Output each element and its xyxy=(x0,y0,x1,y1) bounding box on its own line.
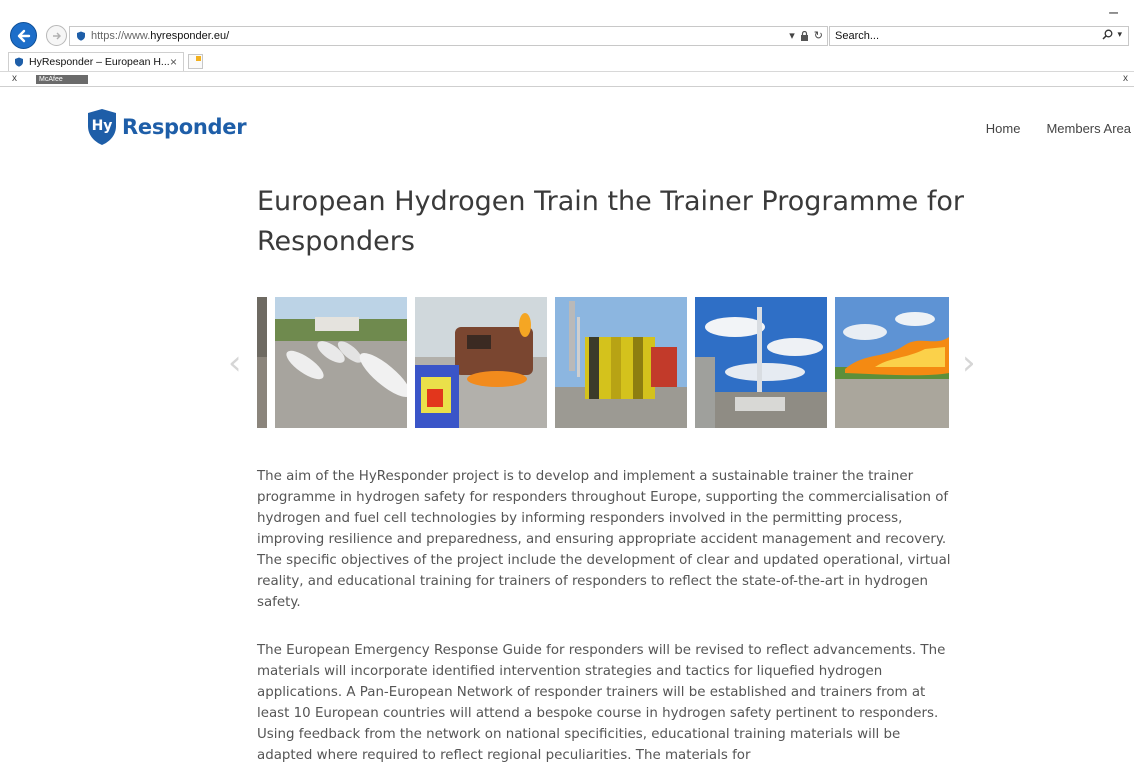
search-box[interactable]: Search... ▾ xyxy=(829,26,1129,46)
slide-image-flame xyxy=(835,297,949,428)
slide-image-partial xyxy=(257,297,267,428)
address-bar-actions: ▾ ↻ xyxy=(789,29,823,42)
carousel-prev-button[interactable]: ‹ xyxy=(228,343,242,383)
addon-toolbar: x McAfee x xyxy=(0,73,1134,87)
slide-image-car-fire xyxy=(415,297,547,428)
search-actions: ▾ xyxy=(1102,29,1122,40)
slide-image-cylinders xyxy=(275,297,407,428)
search-icon[interactable] xyxy=(1102,29,1113,40)
carousel-slide-1[interactable] xyxy=(275,297,407,428)
intro-paragraph-1: The aim of the HyResponder project is to… xyxy=(257,469,951,610)
nav-home-link[interactable]: Home xyxy=(986,121,1021,136)
image-carousel xyxy=(257,297,949,428)
chevron-down-icon[interactable]: ▾ xyxy=(1117,29,1122,40)
toolbar-close-right[interactable]: x xyxy=(1123,73,1128,84)
logo-text: Responder xyxy=(122,115,247,139)
site-favicon-icon xyxy=(15,57,23,67)
tab-hyresponder[interactable]: HyResponder – European H... × xyxy=(8,52,184,71)
carousel-slide-4[interactable] xyxy=(695,297,827,428)
slide-image-tower xyxy=(695,297,827,428)
refresh-icon[interactable]: ↻ xyxy=(814,29,823,42)
address-url: https://www.hyresponder.eu/ xyxy=(91,30,230,42)
logo-shield-icon: Hy xyxy=(88,109,116,145)
site-favicon-icon xyxy=(77,31,85,41)
nav-members-area-link[interactable]: Members Area xyxy=(1046,121,1131,136)
intro-paragraph-2: The European Emergency Response Guide fo… xyxy=(257,643,946,762)
toolbar-close-left[interactable]: x xyxy=(12,73,17,84)
new-tab-button[interactable] xyxy=(188,54,203,69)
carousel-slide-3[interactable] xyxy=(555,297,687,428)
logo-badge-text: Hy xyxy=(92,118,113,134)
dropdown-icon[interactable]: ▾ xyxy=(789,29,795,42)
forward-button[interactable] xyxy=(46,25,67,46)
arrow-left-icon xyxy=(17,29,30,42)
carousel-slide-5[interactable] xyxy=(835,297,949,428)
browser-nav-bar: https://www.hyresponder.eu/ ▾ ↻ Search..… xyxy=(0,22,1134,49)
lock-icon[interactable] xyxy=(800,30,809,41)
carousel-slide-2[interactable] xyxy=(415,297,547,428)
slide-image-firefighters xyxy=(555,297,687,428)
mcafee-button[interactable]: McAfee xyxy=(36,75,88,84)
close-icon[interactable]: × xyxy=(170,55,177,69)
back-button[interactable] xyxy=(10,22,37,49)
carousel-slide-partial[interactable] xyxy=(257,297,267,428)
site-nav: Home Members Area xyxy=(986,121,1131,136)
window-minimize-button[interactable]: – xyxy=(1109,4,1118,22)
address-bar[interactable]: https://www.hyresponder.eu/ ▾ ↻ xyxy=(69,26,828,46)
tab-title: HyResponder – European H... xyxy=(29,56,170,68)
site-logo[interactable]: Hy Responder xyxy=(86,108,247,146)
search-input[interactable]: Search... xyxy=(835,30,879,42)
page-title: European Hydrogen Train the Trainer Prog… xyxy=(257,186,964,257)
carousel-next-button[interactable]: › xyxy=(962,343,976,383)
tab-bar: HyResponder – European H... × xyxy=(0,50,1134,72)
arrow-right-icon xyxy=(52,32,61,39)
